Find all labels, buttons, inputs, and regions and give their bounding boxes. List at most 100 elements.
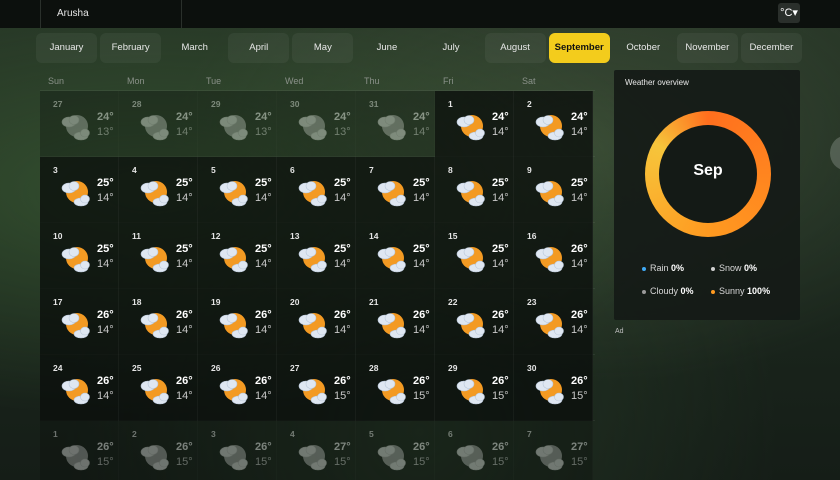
month-tab-october[interactable]: October [613, 33, 674, 63]
day-cell[interactable]: 17 26° 14° [40, 289, 119, 355]
month-tab-april[interactable]: April [228, 33, 290, 63]
high-temp: 24° [571, 111, 588, 123]
day-cell[interactable]: 27 26° 15° [277, 355, 356, 421]
side-scroll-button[interactable] [830, 136, 840, 170]
low-temp: 14° [334, 258, 351, 270]
day-number: 9 [527, 165, 532, 175]
weekday-header: Sun Mon Tue Wed Thu Fri Sat [40, 72, 595, 90]
month-tab-november[interactable]: November [676, 33, 738, 63]
day-cell[interactable]: 5 25° 14° [198, 157, 277, 223]
month-tab-july[interactable]: July [420, 33, 481, 63]
weekday-fri: Fri [443, 76, 454, 86]
day-number: 1 [53, 429, 58, 439]
day-cell[interactable]: 1 26° 15° [40, 421, 119, 480]
legend-rain: Rain 0% [642, 263, 684, 273]
month-tab-september[interactable]: September [548, 33, 610, 63]
day-cell[interactable]: 21 26° 14° [356, 289, 435, 355]
weekday-sun: Sun [48, 76, 65, 86]
day-cell[interactable]: 28 24° 14° [119, 91, 198, 157]
month-tab-august[interactable]: August [484, 33, 546, 63]
high-temp: 25° [334, 177, 351, 189]
day-cell[interactable]: 4 27° 15° [277, 421, 356, 480]
month-tab-march[interactable]: March [164, 33, 225, 63]
day-cell[interactable]: 30 26° 15° [514, 355, 593, 421]
day-number: 21 [369, 297, 379, 307]
donut-month-label: Sep [693, 162, 723, 179]
partly-cloudy-icon [295, 307, 329, 341]
day-cell[interactable]: 24 26° 14° [40, 355, 119, 421]
calendar-week-row: 1 26° 15° 2 26° 15° 3 26° 15° 4 27° 15° 5 26° 15° 6 26° 1… [40, 420, 595, 480]
day-cell[interactable]: 3 26° 15° [198, 421, 277, 480]
day-cell[interactable]: 7 25° 14° [356, 157, 435, 223]
day-number: 29 [448, 363, 458, 373]
high-temp: 25° [255, 177, 272, 189]
day-cell[interactable]: 27 24° 13° [40, 91, 119, 157]
day-cell[interactable]: 7 27° 15° [514, 421, 593, 480]
partly-cloudy-icon [453, 241, 487, 275]
calendar-week-row: 3 25° 14° 4 25° 14° 5 25° 14° 6 25° 14° 7 25° 14° 8 25° 1… [40, 156, 595, 223]
day-cell[interactable]: 8 25° 14° [435, 157, 514, 223]
high-temp: 26° [255, 441, 272, 453]
day-cell[interactable]: 2 24° 14° [514, 91, 593, 157]
day-cell[interactable]: 6 26° 15° [435, 421, 514, 480]
day-cell[interactable]: 20 26° 14° [277, 289, 356, 355]
partly-cloudy-icon [58, 307, 92, 341]
day-cell[interactable]: 9 25° 14° [514, 157, 593, 223]
high-temp: 26° [571, 243, 588, 255]
low-temp: 14° [413, 324, 430, 336]
high-temp: 26° [255, 309, 272, 321]
day-cell[interactable]: 28 26° 15° [356, 355, 435, 421]
day-cell[interactable]: 25 26° 14° [119, 355, 198, 421]
partly-cloudy-icon [295, 109, 329, 143]
day-cell[interactable]: 26 26° 14° [198, 355, 277, 421]
day-cell[interactable]: 11 25° 14° [119, 223, 198, 289]
day-number: 13 [290, 231, 300, 241]
temperature-unit-button[interactable]: °C▾ [778, 3, 800, 23]
low-temp: 13° [334, 126, 351, 138]
day-number: 25 [132, 363, 142, 373]
partly-cloudy-icon [532, 109, 566, 143]
day-cell[interactable]: 10 25° 14° [40, 223, 119, 289]
sunny-donut-chart: Sep [645, 111, 771, 237]
day-cell[interactable]: 16 26° 14° [514, 223, 593, 289]
day-cell[interactable]: 14 25° 14° [356, 223, 435, 289]
day-cell[interactable]: 19 26° 14° [198, 289, 277, 355]
month-tab-february[interactable]: February [100, 33, 162, 63]
day-cell[interactable]: 6 25° 14° [277, 157, 356, 223]
month-tab-january[interactable]: January [36, 33, 98, 63]
month-tab-december[interactable]: December [740, 33, 802, 63]
day-cell[interactable]: 12 25° 14° [198, 223, 277, 289]
high-temp: 27° [571, 441, 588, 453]
day-cell[interactable]: 22 26° 14° [435, 289, 514, 355]
high-temp: 26° [492, 441, 509, 453]
partly-cloudy-icon [532, 439, 566, 473]
day-cell[interactable]: 18 26° 14° [119, 289, 198, 355]
day-cell[interactable]: 29 26° 15° [435, 355, 514, 421]
month-tab-may[interactable]: May [292, 33, 354, 63]
day-cell[interactable]: 13 25° 14° [277, 223, 356, 289]
month-tab-june[interactable]: June [356, 33, 417, 63]
legend-cloudy-value: 0% [680, 286, 694, 296]
partly-cloudy-icon [453, 307, 487, 341]
partly-cloudy-icon [58, 373, 92, 407]
day-cell[interactable]: 3 25° 14° [40, 157, 119, 223]
day-cell[interactable]: 2 26° 15° [119, 421, 198, 480]
day-cell[interactable]: 30 24° 13° [277, 91, 356, 157]
day-cell[interactable]: 15 25° 14° [435, 223, 514, 289]
day-cell[interactable]: 4 25° 14° [119, 157, 198, 223]
legend-sunny: Sunny 100% [711, 286, 770, 296]
low-temp: 14° [97, 258, 114, 270]
city-selector[interactable]: Arusha [40, 0, 182, 28]
low-temp: 15° [334, 390, 351, 402]
day-number: 2 [527, 99, 532, 109]
low-temp: 14° [492, 324, 509, 336]
day-cell[interactable]: 5 26° 15° [356, 421, 435, 480]
day-cell[interactable]: 29 24° 13° [198, 91, 277, 157]
day-cell[interactable]: 31 24° 14° [356, 91, 435, 157]
day-cell[interactable]: 23 26° 14° [514, 289, 593, 355]
day-number: 3 [211, 429, 216, 439]
low-temp: 14° [255, 258, 272, 270]
day-cell[interactable]: 1 24° 14° [435, 91, 514, 157]
high-temp: 25° [255, 243, 272, 255]
overview-title: Weather overview [625, 78, 689, 87]
